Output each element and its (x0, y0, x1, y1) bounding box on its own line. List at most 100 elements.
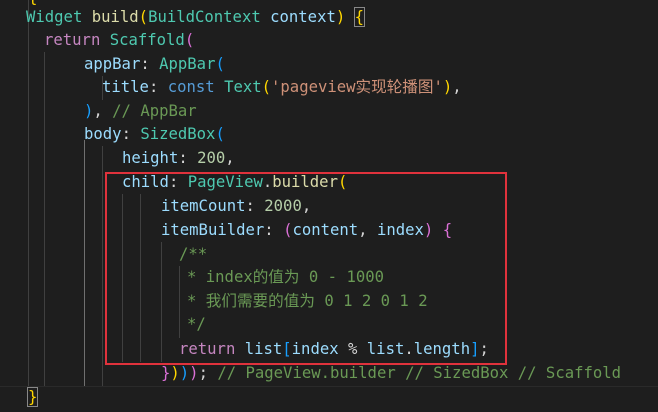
code-line-content: return Scaffold( (44, 29, 194, 53)
code-line-content: Widget build(BuildContext context) { (26, 6, 366, 30)
code-token: */ (187, 315, 206, 333)
code-token: appBar (84, 55, 141, 73)
code-token: length (413, 340, 471, 358)
code-line[interactable]: return list[index % list.length]; (0, 338, 658, 362)
code-token: : (264, 221, 284, 239)
code-token: 2000 (264, 197, 302, 215)
code-token: } (161, 364, 171, 382)
code-line[interactable]: Widget build(BuildContext context) { (0, 6, 658, 30)
code-line-content: * 我们需要的值为 0 1 2 0 1 2 (187, 290, 428, 314)
code-token: : (245, 197, 265, 215)
code-token: , (301, 197, 312, 215)
code-token: index (376, 221, 424, 239)
code-token: context (270, 8, 336, 26)
code-token: ) (189, 364, 199, 382)
code-token: Text (224, 78, 262, 96)
code-token: itemBuilder (161, 221, 265, 239)
current-line (0, 386, 658, 411)
code-line-content: child: PageView.builder( (122, 171, 347, 195)
code-token: ( (184, 31, 195, 49)
code-line-content: }))); // PageView.builder // SizedBox //… (161, 362, 621, 386)
code-token: BuildContext (148, 8, 271, 26)
code-token: ( (215, 125, 225, 143)
code-token: : (140, 55, 160, 73)
code-token: , (358, 221, 377, 239)
code-token: ( (138, 8, 149, 26)
code-token: height (122, 149, 179, 167)
code-token: ( (337, 173, 348, 191)
code-token: AppBar (159, 55, 216, 73)
code-line[interactable]: height: 200, (0, 147, 658, 171)
code-line[interactable]: * index的值为 0 - 1000 (0, 266, 658, 290)
code-token: : (121, 125, 141, 143)
code-token: ; (198, 364, 218, 382)
code-token: : (168, 173, 188, 191)
code-line-content: title: const Text('pageview实现轮播图'), (102, 76, 462, 100)
code-line-content: itemCount: 2000, (161, 195, 311, 219)
code-line-content: appBar: AppBar( (84, 53, 225, 77)
code-token: ; (479, 340, 489, 358)
code-token: , (225, 149, 235, 167)
code-token: list (244, 340, 283, 358)
code-token: * index的值为 0 - 1000 (187, 268, 384, 286)
code-token: ) (442, 78, 453, 96)
code-token: Widget (26, 8, 92, 26)
code-token: return (44, 31, 110, 49)
code-line[interactable]: */ (0, 313, 658, 337)
code-line-content: * index的值为 0 - 1000 (187, 266, 384, 290)
code-token: : (148, 78, 168, 96)
code-editor[interactable]: {Widget build(BuildContext context) {ret… (0, 0, 658, 412)
code-token: ( (261, 78, 272, 96)
code-token: itemCount (161, 197, 246, 215)
code-token: body (84, 125, 122, 143)
code-token: [ (282, 340, 292, 358)
code-token: title (102, 78, 149, 96)
code-token: , (93, 102, 113, 120)
code-token: ( (215, 55, 225, 73)
code-line-content: */ (187, 313, 206, 337)
code-line[interactable]: /** (0, 243, 658, 267)
code-token: . (262, 173, 273, 191)
code-token: ) (84, 102, 94, 120)
code-line[interactable]: * 我们需要的值为 0 1 2 0 1 2 (0, 290, 658, 314)
code-token: ) (179, 364, 190, 382)
code-token: builder (272, 173, 338, 191)
code-token: { (442, 221, 453, 239)
code-line[interactable]: title: const Text('pageview实现轮播图'), (0, 76, 658, 100)
code-token: content (292, 221, 359, 239)
code-token: 200 (197, 149, 226, 167)
code-token: : (178, 149, 198, 167)
code-token: ) (335, 8, 355, 26)
code-token: // AppBar (112, 102, 197, 120)
code-token: { (353, 7, 366, 27)
code-token: build (91, 8, 139, 26)
code-token: , (452, 78, 462, 96)
code-line-content: body: SizedBox( (84, 123, 225, 147)
code-token: SizedBox (140, 125, 216, 143)
code-line[interactable]: itemBuilder: (content, index) { (0, 219, 658, 243)
code-token: return (179, 340, 245, 358)
code-token: . (404, 340, 414, 358)
code-line-content: /** (179, 243, 207, 267)
code-token: index (291, 340, 339, 358)
code-token: ) (170, 364, 180, 382)
code-line[interactable]: }))); // PageView.builder // SizedBox //… (0, 362, 658, 386)
code-token: ) (423, 221, 443, 239)
code-token: * 我们需要的值为 0 1 2 0 1 2 (187, 292, 428, 310)
code-line[interactable]: itemCount: 2000, (0, 195, 658, 219)
code-token: const (167, 78, 225, 96)
code-line[interactable]: appBar: AppBar( (0, 53, 658, 77)
code-token: // PageView.builder // SizedBox // Scaff… (217, 364, 622, 382)
code-line[interactable]: child: PageView.builder( (0, 171, 658, 195)
code-line[interactable]: body: SizedBox( (0, 123, 658, 147)
code-line-content: ), // AppBar (84, 100, 197, 124)
code-token: list (366, 340, 405, 358)
code-line-content: height: 200, (122, 147, 235, 171)
code-line[interactable]: ), // AppBar (0, 100, 658, 124)
code-token: /** (179, 245, 208, 263)
code-line[interactable]: return Scaffold( (0, 29, 658, 53)
code-line-content: itemBuilder: (content, index) { (161, 219, 452, 243)
code-token: Scaffold (109, 31, 185, 49)
code-token: 'pageview实现轮播图' (271, 78, 443, 96)
code-token: child (122, 173, 169, 191)
